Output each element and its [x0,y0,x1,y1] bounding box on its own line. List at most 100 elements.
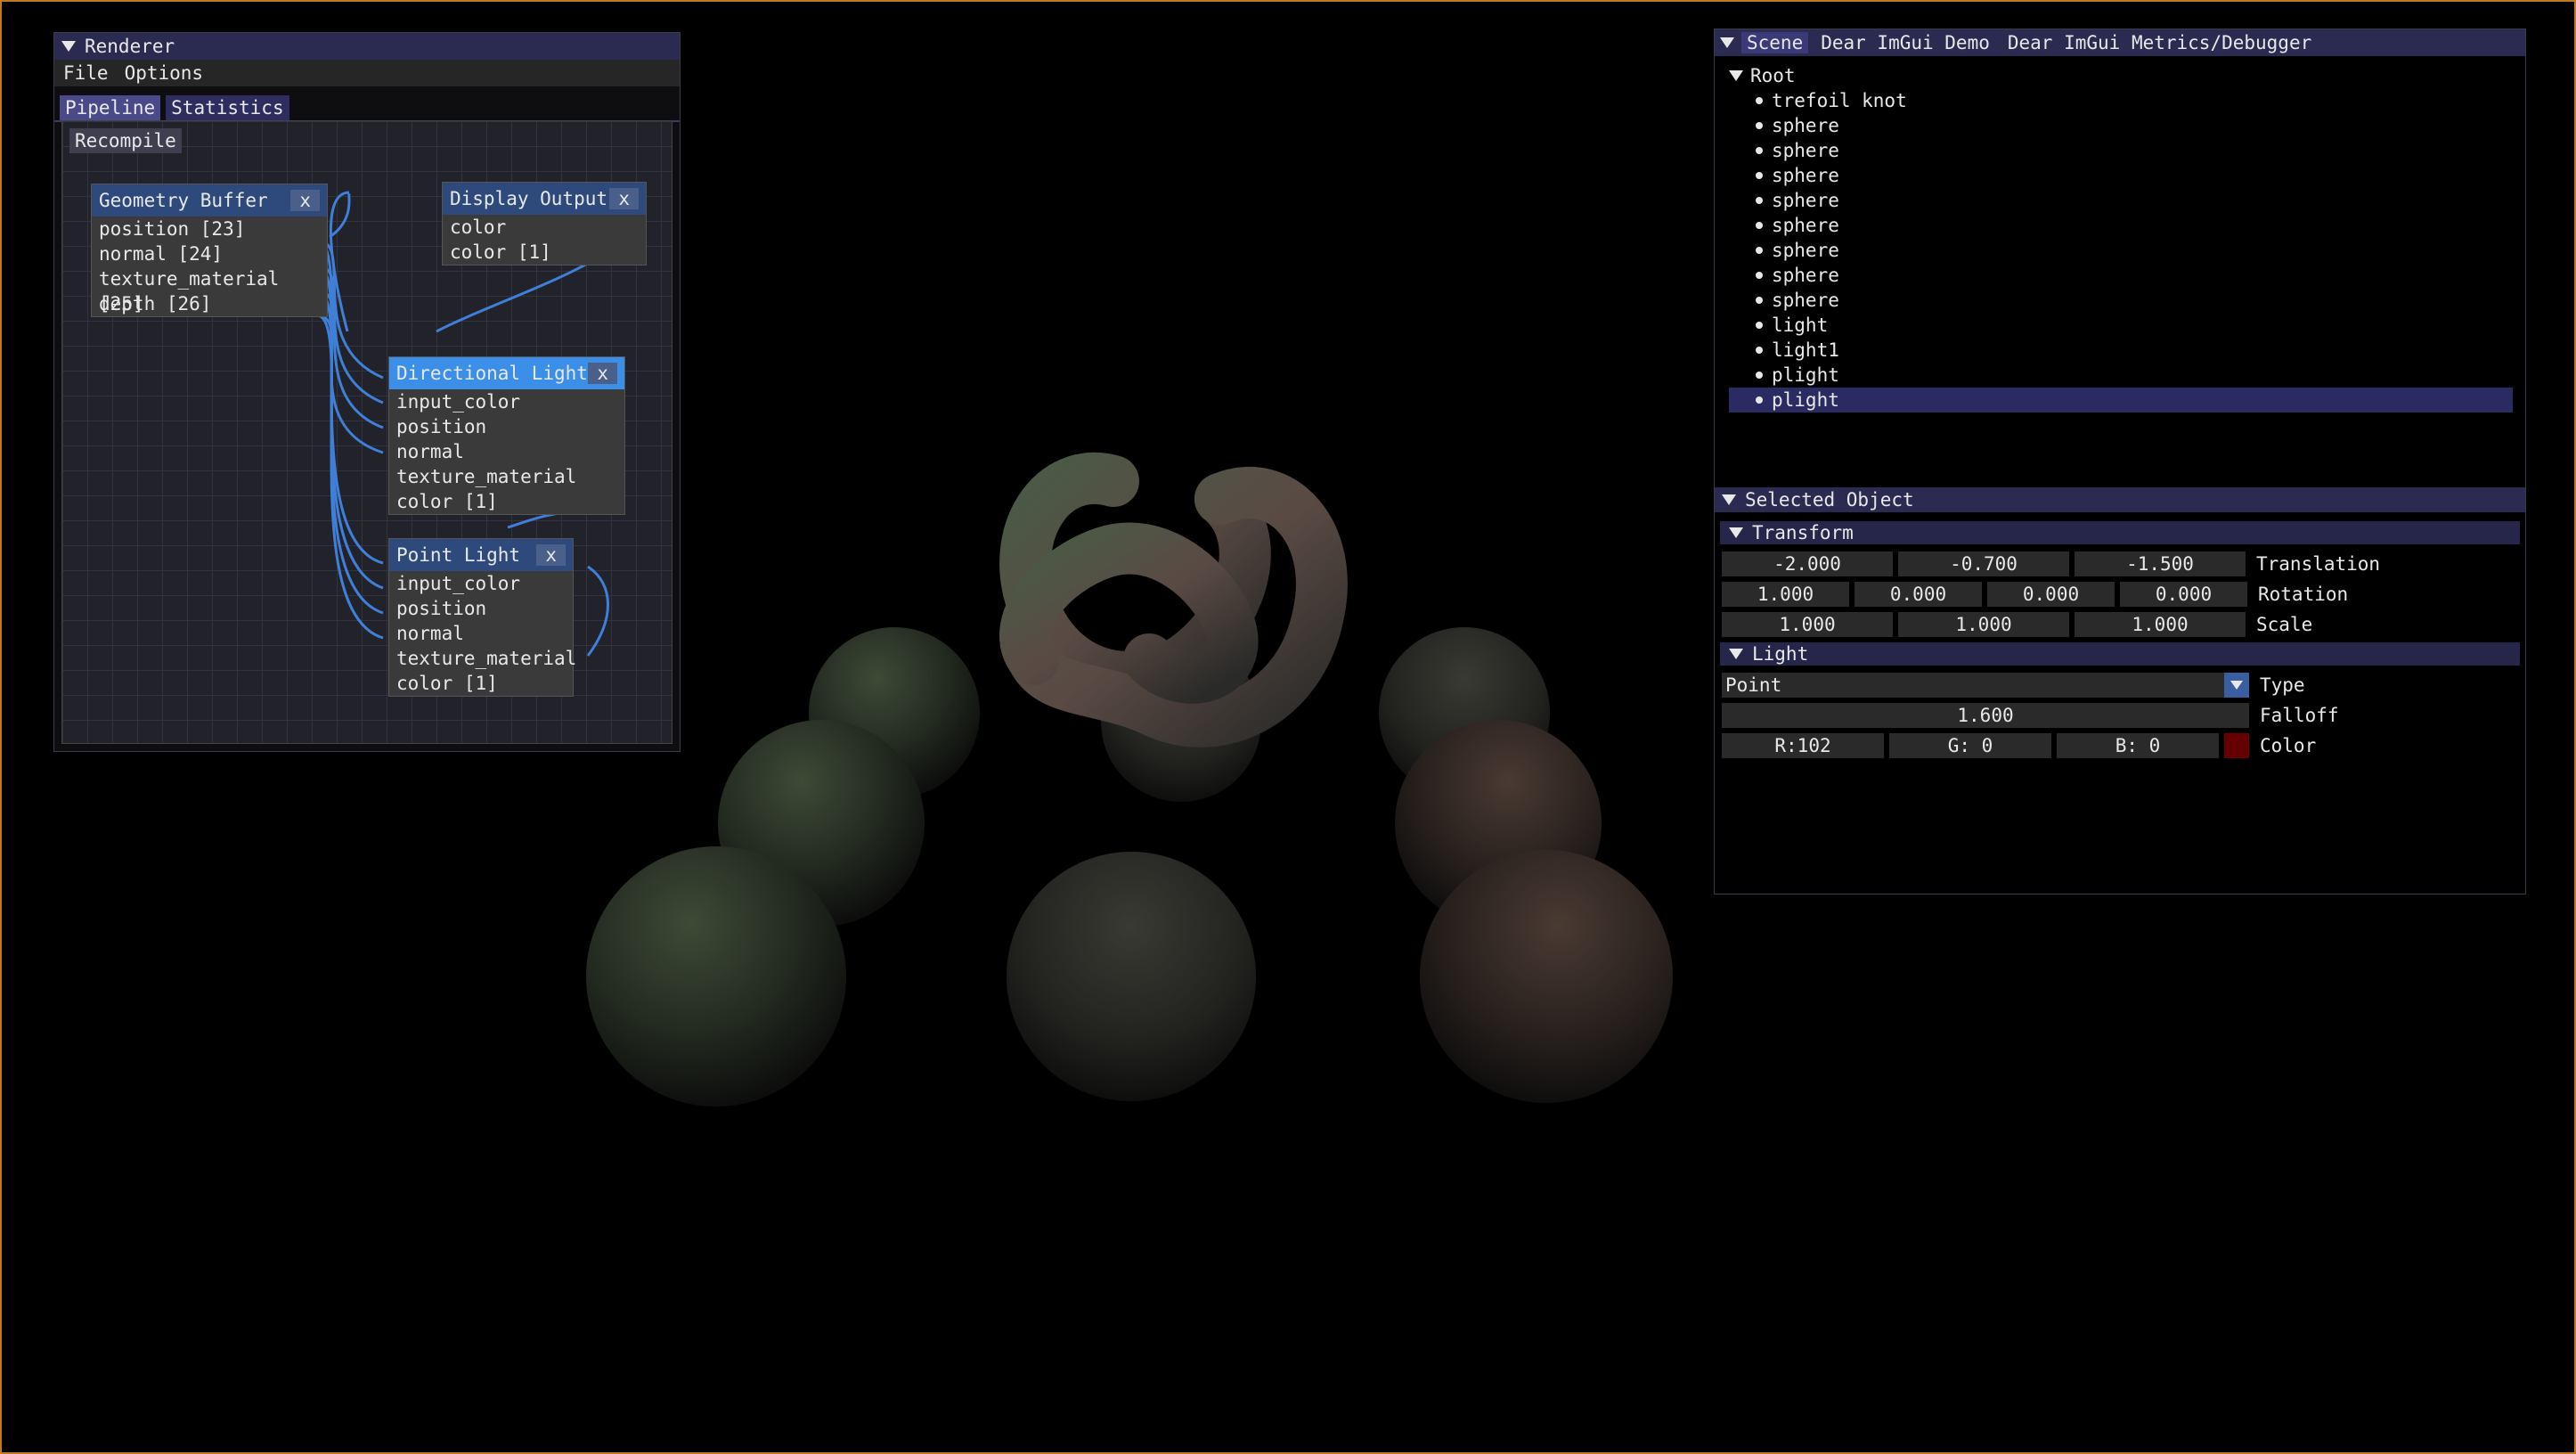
rotation-row: 1.000 0.000 0.000 0.000 Rotation [1722,582,2348,607]
node-point-light[interactable]: Point Light x input_color position norma… [388,538,576,697]
tree-item[interactable]: plight [1729,388,2513,413]
color-row: R:102 G: 0 B: 0 Color [1722,733,2316,758]
node-pin[interactable]: texture_material [389,646,576,671]
node-pin[interactable]: normal [389,439,624,464]
chevron-down-icon[interactable] [2224,673,2249,698]
tab-imgui-demo[interactable]: Dear ImGui Demo [1815,32,1995,53]
tab-imgui-metrics[interactable]: Dear ImGui Metrics/Debugger [2002,32,2317,53]
window-menu-icon[interactable] [1722,494,1736,505]
renderer-window[interactable]: Renderer File Options Pipeline Statistic… [53,32,681,752]
node-header[interactable]: Directional Light x [389,357,624,389]
color-b-field[interactable]: B: 0 [2057,733,2219,758]
tree-root-label: Root [1750,65,1796,86]
translation-y-field[interactable]: -0.700 [1898,551,2069,576]
tree-item[interactable]: sphere [1729,138,2513,163]
node-pin[interactable]: input_color [389,389,624,414]
node-pin[interactable]: position [389,414,624,439]
tab-scene[interactable]: Scene [1741,32,1809,53]
tree-item-label: trefoil knot [1772,90,1907,111]
transform-title: Transform [1752,522,1854,543]
light-type-dropdown[interactable]: Point [1722,673,2249,698]
tree-item[interactable]: sphere [1729,188,2513,213]
node-pin[interactable]: depth [26] [92,291,327,316]
color-g-field[interactable]: G: 0 [1889,733,2051,758]
collapse-arrow-icon[interactable] [1729,527,1743,538]
collapse-arrow-icon[interactable] [61,41,76,52]
color-swatch[interactable] [2224,733,2249,758]
sphere-front-left [586,846,846,1107]
tree-item[interactable]: light1 [1729,338,2513,363]
node-pin[interactable]: color [1] [443,240,646,265]
node-directional-light[interactable]: Directional Light x input_color position… [388,356,625,515]
node-pin[interactable]: color [1] [389,671,573,696]
tree-item-label: plight [1772,389,1839,411]
translation-x-field[interactable]: -2.000 [1722,551,1893,576]
scale-y-field[interactable]: 1.000 [1898,612,2069,637]
node-geometry-buffer[interactable]: Geometry Buffer x position [23] normal [… [91,184,328,317]
falloff-row: 1.600 Falloff [1722,703,2339,728]
node-header[interactable]: Display Output x [443,183,646,215]
tree-item-label: sphere [1772,115,1839,136]
recompile-button[interactable]: Recompile [69,128,182,153]
bullet-icon [1756,122,1763,129]
tree-item[interactable]: trefoil knot [1729,88,2513,113]
node-pin[interactable]: color [1] [389,489,624,514]
node-pin[interactable]: texture_material [25] [92,266,327,314]
bullet-icon [1756,396,1763,404]
node-pin[interactable]: texture_material [389,464,624,489]
rotation-x-field[interactable]: 0.000 [1855,582,1982,607]
color-r-field[interactable]: R:102 [1722,733,1884,758]
close-node-button[interactable]: x [536,544,566,566]
close-node-button[interactable]: x [290,190,320,211]
close-node-button[interactable]: x [609,188,639,209]
node-display-output[interactable]: Display Output x color color [1] [442,182,647,265]
bullet-icon [1756,247,1763,254]
rotation-y-field[interactable]: 0.000 [1987,582,2115,607]
light-header[interactable]: Light [1720,642,2520,666]
node-pin[interactable]: position [389,596,573,621]
node-header[interactable]: Geometry Buffer x [92,184,327,216]
scale-x-field[interactable]: 1.000 [1722,612,1893,637]
rotation-w-field[interactable]: 1.000 [1722,582,1849,607]
tab-pipeline[interactable]: Pipeline [60,95,161,120]
node-pin[interactable]: normal [389,621,573,646]
tree-item[interactable]: light [1729,313,2513,338]
node-pin[interactable]: color [443,215,646,240]
transform-header[interactable]: Transform [1720,521,2520,544]
menu-options[interactable]: Options [125,62,204,84]
node-editor-canvas[interactable]: Recompile Geometry Buffer x position [23… [61,120,673,744]
node-header[interactable]: Point Light x [389,539,573,571]
scale-z-field[interactable]: 1.000 [2075,612,2246,637]
falloff-field[interactable]: 1.600 [1722,703,2249,728]
tree-item[interactable]: sphere [1729,288,2513,313]
tree-item-label: light [1772,314,1829,336]
tree-item[interactable]: sphere [1729,238,2513,263]
scene-window[interactable]: Scene Dear ImGui Demo Dear ImGui Metrics… [1714,29,2526,894]
expand-arrow-icon[interactable] [1729,70,1743,81]
color-label: Color [2260,735,2317,756]
menu-file[interactable]: File [63,62,109,84]
selected-object-header[interactable]: Selected Object [1715,487,2525,512]
tree-item-label: sphere [1772,140,1839,161]
node-pin[interactable]: position [23] [92,216,327,241]
renderer-titlebar[interactable]: Renderer [54,33,680,60]
tree-item-label: sphere [1772,240,1839,261]
type-row: Point Type [1722,673,2305,698]
tree-item[interactable]: sphere [1729,213,2513,238]
translation-row: -2.000 -0.700 -1.500 Translation [1722,551,2380,576]
tree-item[interactable]: sphere [1729,113,2513,138]
translation-z-field[interactable]: -1.500 [2075,551,2246,576]
tab-statistics[interactable]: Statistics [166,95,289,120]
node-pin[interactable]: normal [24] [92,241,327,266]
node-title: Geometry Buffer [99,190,268,211]
close-node-button[interactable]: x [588,363,617,384]
collapse-arrow-icon[interactable] [1729,649,1743,659]
window-menu-icon[interactable] [1720,37,1734,48]
tree-item[interactable]: sphere [1729,163,2513,188]
bullet-icon [1756,222,1763,229]
tree-root[interactable]: Root [1729,63,2513,88]
tree-item[interactable]: sphere [1729,263,2513,288]
node-pin[interactable]: input_color [389,571,573,596]
tree-item[interactable]: plight [1729,363,2513,388]
rotation-z-field[interactable]: 0.000 [2120,582,2247,607]
